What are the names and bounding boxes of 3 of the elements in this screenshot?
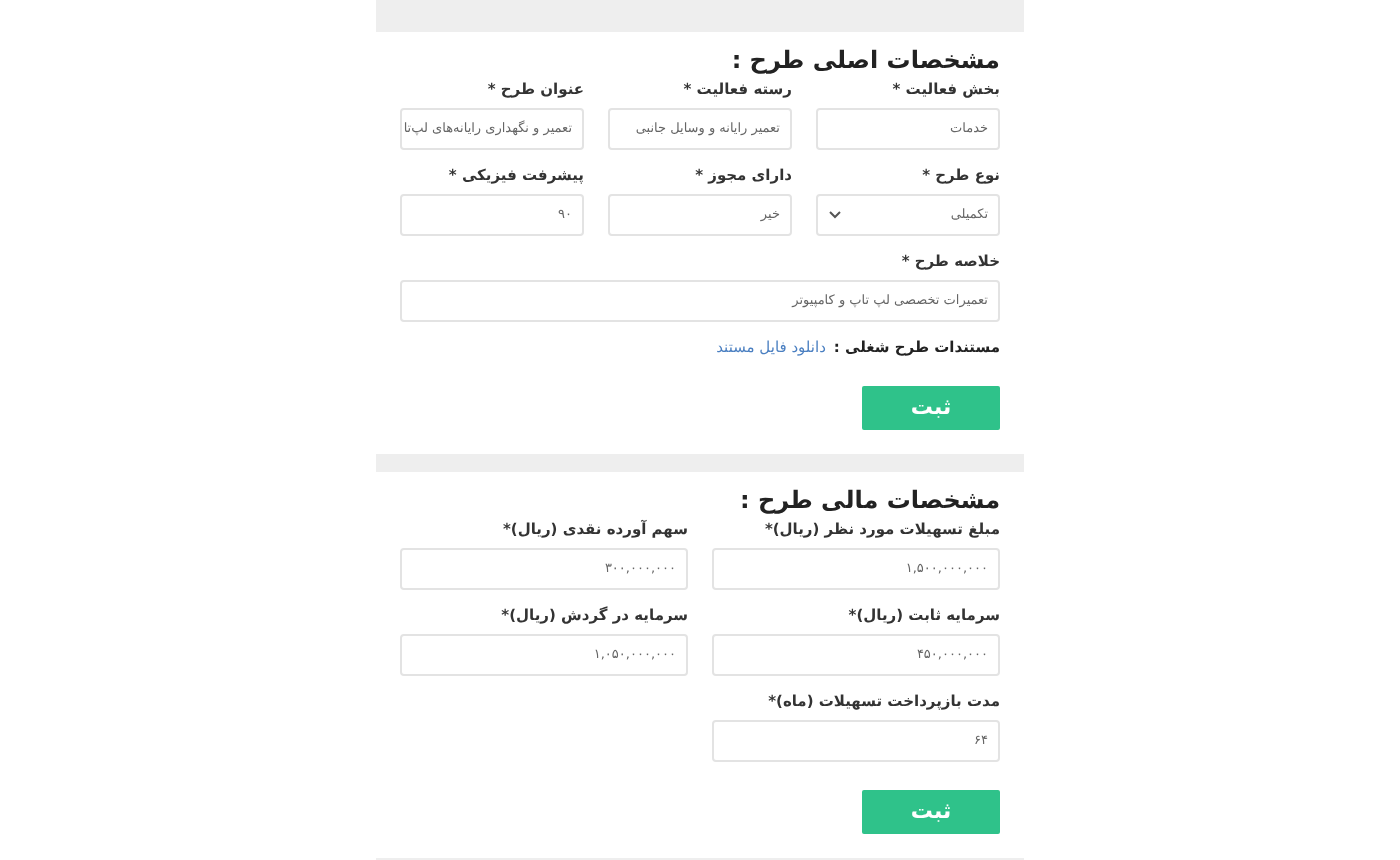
section-title: مشخصات مالی طرح : xyxy=(737,484,1000,516)
section-title: مشخصات اصلی طرح : xyxy=(729,44,1000,76)
chevron-down-icon xyxy=(828,210,842,220)
